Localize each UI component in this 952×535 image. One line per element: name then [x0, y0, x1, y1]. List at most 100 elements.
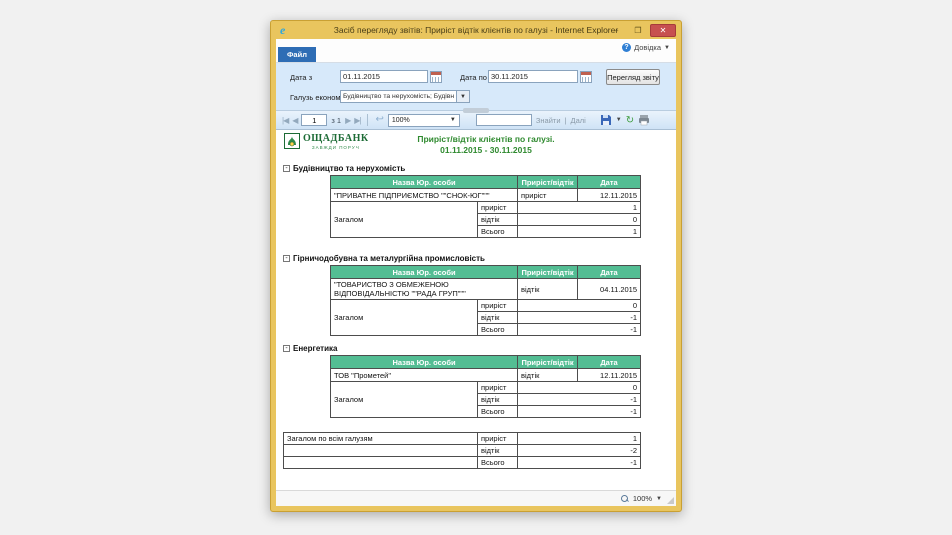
all-value: -1 [518, 406, 641, 418]
report-parameters-panel: Дата з Дата по Перегляд звіту Галузь еко… [276, 63, 676, 110]
calendar-icon[interactable] [430, 71, 442, 83]
spacer-cell [284, 445, 478, 457]
section-toggle[interactable]: - Гірничодобувна та металургійна промисл… [283, 254, 640, 263]
close-button[interactable]: ✕ [650, 24, 676, 37]
col-header-name: Назва Юр. особи [331, 266, 518, 279]
col-header-date: Дата [578, 266, 641, 279]
col-header-name: Назва Юр. особи [331, 356, 518, 369]
company-name: "ТОВАРИСТВО З ОБМЕЖЕНОЮ ВІДПОВІДАЛЬНІСТЮ… [331, 279, 518, 300]
status-zoom-value[interactable]: 100% [633, 494, 652, 503]
export-icon[interactable] [600, 114, 612, 126]
status-bar: 100% ▼ [276, 490, 676, 506]
table-row: "ПРИВАТНЕ ПІДПРИЄМСТВО ""СНОК-ЮГ""" прир… [331, 189, 641, 202]
report-section: - Енергетика Назва Юр. особи Приріст/від… [283, 344, 640, 418]
report-section: - Гірничодобувна та металургійна промисл… [283, 254, 640, 336]
total-row-label: Загалом [331, 202, 478, 238]
zoom-dropdown-icon[interactable]: ▼ [656, 496, 662, 502]
industry-dropdown[interactable]: Будівництво та нерухомість; Будівн ▼ [340, 90, 470, 103]
window-body: Файл ? Довідка ▼ Дата з Дата по Перегляд… [276, 39, 676, 506]
gain-label: приріст [478, 382, 518, 394]
table-header-row: Назва Юр. особи Приріст/відтік Дата [331, 176, 641, 189]
grand-total-section: Загалом по всім галузям приріст 1 відтік… [283, 432, 640, 469]
page-count-label: з 1 [331, 116, 341, 125]
grand-total-label: Загалом по всім галузям [284, 433, 478, 445]
print-icon[interactable] [638, 114, 650, 126]
flow-value: відтік [518, 369, 578, 382]
company-name: "ПРИВАТНЕ ПІДПРИЄМСТВО ""СНОК-ЮГ""" [331, 189, 518, 202]
collapse-icon[interactable]: - [283, 345, 290, 352]
flow-value: приріст [518, 189, 578, 202]
section-toggle[interactable]: - Енергетика [283, 344, 640, 353]
outflow-label: відтік [478, 214, 518, 226]
calendar-icon[interactable] [580, 71, 592, 83]
date-from-label: Дата з [290, 73, 312, 82]
date-to-label: Дата по [460, 73, 487, 82]
table-row: відтік -2 [284, 445, 641, 457]
all-value: -1 [518, 457, 641, 469]
company-name: ТОВ "Прометей" [331, 369, 518, 382]
help-menu[interactable]: ? Довідка ▼ [622, 43, 670, 52]
find-text-input[interactable] [476, 114, 532, 126]
chevron-down-icon: ▼ [447, 117, 459, 123]
view-report-button[interactable]: Перегляд звіту [606, 69, 660, 85]
table-header-row: Назва Юр. особи Приріст/відтік Дата [331, 356, 641, 369]
report-toolbar: |◀ ◀ з 1 ▶ ▶| ↩ 100% ▼ Знайти | Далі ▼ ↻ [276, 110, 676, 130]
total-row-label: Загалом [331, 382, 478, 418]
date-from-input[interactable] [340, 70, 428, 83]
col-header-flow: Приріст/відтік [518, 176, 578, 189]
section-toggle[interactable]: - Будівництво та нерухомість [283, 164, 640, 173]
collapse-icon[interactable]: - [283, 255, 290, 262]
gain-value: 0 [518, 382, 641, 394]
back-to-parent-report-icon[interactable]: ↩ [375, 115, 383, 125]
table-row: ТОВ "Прометей" відтік 12.11.2015 [331, 369, 641, 382]
section-table: Назва Юр. особи Приріст/відтік Дата "ТОВ… [330, 265, 641, 336]
gain-value: 0 [518, 300, 641, 312]
table-row: Загалом приріст 1 [331, 202, 641, 214]
all-label: Всього [478, 457, 518, 469]
col-header-date: Дата [578, 176, 641, 189]
file-menu-tab[interactable]: Файл [278, 47, 316, 62]
all-label: Всього [478, 324, 518, 336]
refresh-icon[interactable]: ↻ [626, 115, 634, 126]
col-header-name: Назва Юр. особи [331, 176, 518, 189]
window-controls: – ❐ ✕ [606, 24, 676, 37]
toolbar-divider [367, 114, 368, 126]
date-value: 04.11.2015 [578, 279, 641, 300]
current-page-input[interactable] [301, 114, 327, 126]
find-next-link[interactable]: Далі [571, 116, 586, 125]
last-page-button[interactable]: ▶| [354, 116, 360, 125]
resize-grip[interactable] [667, 497, 674, 504]
export-dropdown-icon[interactable]: ▼ [616, 117, 622, 123]
report-title: Приріст/відтік клієнтів по галузі. 01.11… [344, 134, 628, 155]
menu-bar: Файл ? Довідка ▼ [276, 39, 676, 63]
section-title: Енергетика [293, 344, 337, 353]
industry-dropdown-value: Будівництво та нерухомість; Будівн [341, 91, 456, 102]
table-row: Всього -1 [284, 457, 641, 469]
help-icon: ? [622, 43, 631, 52]
table-row: "ТОВАРИСТВО З ОБМЕЖЕНОЮ ВІДПОВІДАЛЬНІСТЮ… [331, 279, 641, 300]
spacer-cell [284, 457, 478, 469]
find-link[interactable]: Знайти [536, 116, 561, 125]
outflow-label: відтік [478, 394, 518, 406]
next-page-button[interactable]: ▶ [345, 116, 350, 125]
collapse-icon[interactable]: - [283, 165, 290, 172]
all-value: 1 [518, 226, 641, 238]
col-header-flow: Приріст/відтік [518, 266, 578, 279]
date-to-input[interactable] [488, 70, 578, 83]
outflow-value: 0 [518, 214, 641, 226]
title-bar[interactable]: e Засіб перегляду звітів: Приріст відтік… [276, 21, 676, 39]
zoom-select[interactable]: 100% ▼ [388, 114, 460, 127]
report-header: ОЩАДБАНК ЗАВЖДИ ПОРУЧ Приріст/відтік клі… [284, 133, 668, 157]
first-page-button[interactable]: |◀ [282, 116, 288, 125]
outflow-label: відтік [478, 312, 518, 324]
maximize-button[interactable]: ❐ [628, 24, 648, 37]
previous-page-button[interactable]: ◀ [292, 116, 297, 125]
minimize-button[interactable]: – [606, 24, 626, 37]
table-row: Загалом приріст 0 [331, 300, 641, 312]
panel-splitter-handle[interactable] [463, 108, 489, 113]
outflow-value: -2 [518, 445, 641, 457]
gain-label: приріст [478, 300, 518, 312]
table-row: Загалом приріст 0 [331, 382, 641, 394]
report-title-line1: Приріст/відтік клієнтів по галузі. [344, 134, 628, 145]
section-title: Будівництво та нерухомість [293, 164, 405, 173]
